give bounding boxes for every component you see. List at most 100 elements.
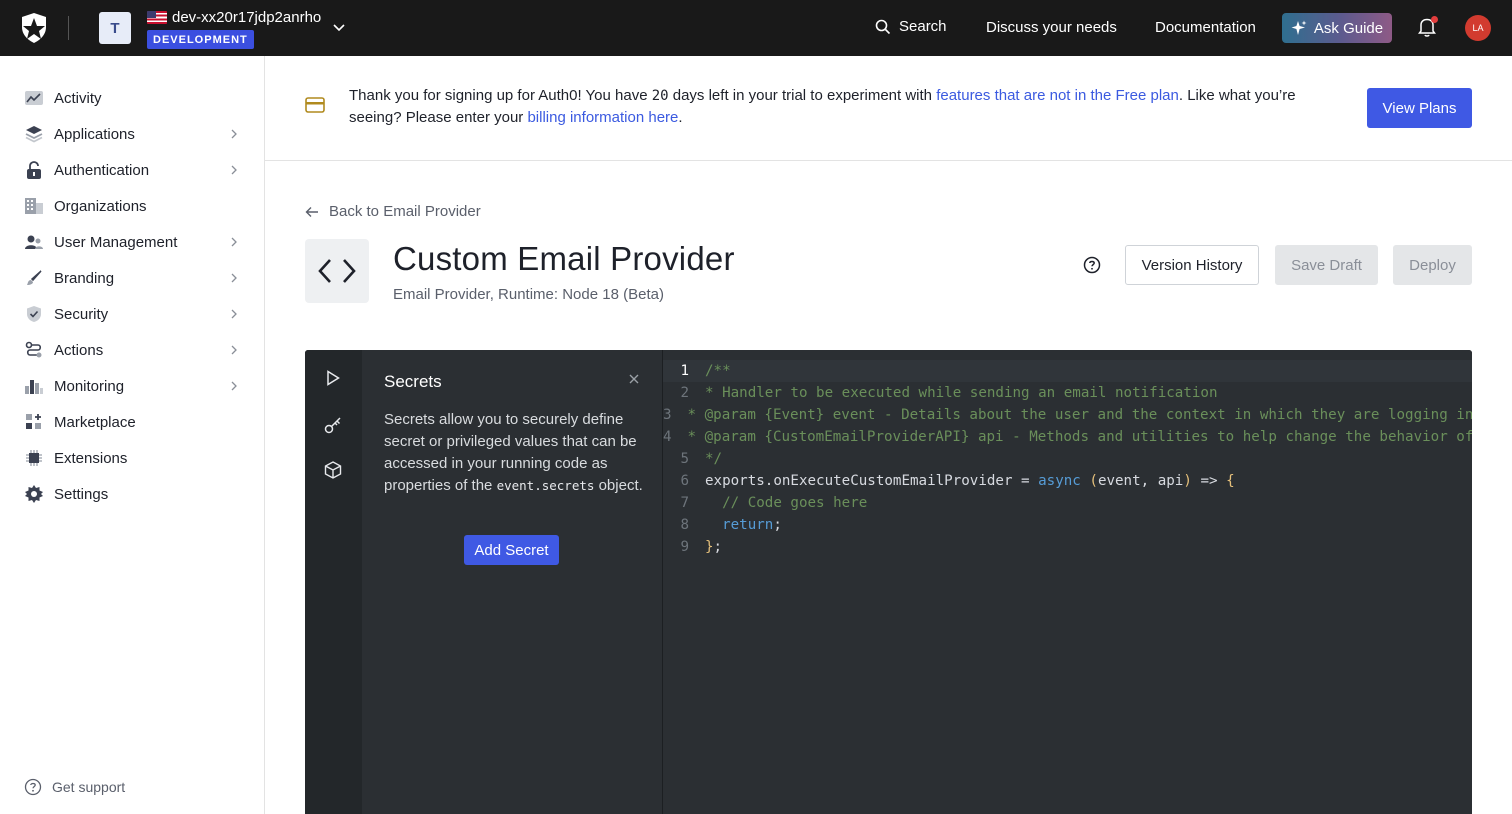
sidebar-item-extensions[interactable]: Extensions	[24, 440, 244, 476]
close-icon[interactable]	[626, 371, 642, 387]
secrets-panel-description: Secrets allow you to securely define sec…	[384, 409, 646, 497]
grid-plus-icon	[24, 412, 44, 432]
sidebar-item-user-management[interactable]: User Management	[24, 224, 244, 260]
banner-text: days left in your trial to experiment wi…	[668, 87, 937, 104]
code-editor-container: Secrets Secrets allow you to securely de…	[305, 350, 1472, 814]
code-token: =>	[1191, 473, 1227, 489]
code-line[interactable]: 5 */	[663, 448, 1472, 470]
view-plans-button[interactable]: View Plans	[1367, 88, 1472, 128]
line-number: 2	[680, 385, 689, 401]
sidebar-item-branding[interactable]: Branding	[24, 260, 244, 296]
search-button[interactable]: Search	[875, 18, 947, 35]
page-subtitle: Email Provider, Runtime: Node 18 (Beta)	[393, 286, 664, 303]
sidebar-item-label: Monitoring	[54, 377, 125, 395]
discuss-needs-link[interactable]: Discuss your needs	[986, 19, 1117, 36]
sidebar-item-label: Settings	[54, 485, 109, 503]
sidebar-item-marketplace[interactable]: Marketplace	[24, 404, 244, 440]
free-plan-features-link[interactable]: features that are not in the Free plan	[936, 87, 1179, 104]
tenant-avatar[interactable]: T	[99, 12, 131, 44]
code-token: ;	[713, 539, 723, 555]
sidebar-item-authentication[interactable]: Authentication	[24, 152, 244, 188]
secrets-tab-button[interactable]	[322, 414, 344, 436]
us-flag-icon	[147, 11, 167, 24]
deploy-button[interactable]: Deploy	[1393, 245, 1472, 285]
help-circle-icon[interactable]	[1082, 255, 1102, 275]
auth0-logo-icon[interactable]	[20, 12, 48, 44]
sidebar-item-actions[interactable]: Actions	[24, 332, 244, 368]
sidebar-item-organizations[interactable]: Organizations	[24, 188, 244, 224]
line-number: 9	[680, 539, 689, 555]
get-support-label: Get support	[52, 779, 126, 795]
sidebar-item-label: Actions	[54, 341, 104, 359]
banner-text: Thank you for signing up for Auth0! You …	[349, 87, 652, 104]
event-secrets-code: event.secrets	[496, 478, 595, 493]
chip-icon	[24, 448, 44, 468]
sidebar-item-label: Organizations	[54, 197, 147, 215]
credit-card-icon	[305, 97, 325, 113]
documentation-link[interactable]: Documentation	[1155, 19, 1256, 36]
gear-icon	[24, 484, 44, 504]
dependencies-tab-button[interactable]	[322, 459, 344, 481]
sidebar-item-applications[interactable]: Applications	[24, 116, 244, 152]
layers-icon	[24, 124, 44, 144]
chevron-down-icon[interactable]	[331, 19, 347, 35]
sidebar-item-label: Branding	[54, 269, 115, 287]
play-icon	[327, 370, 340, 386]
line-number: 8	[680, 517, 689, 533]
line-number: 7	[680, 495, 689, 511]
environment-badge: DEVELOPMENT	[147, 30, 254, 49]
brush-icon	[24, 268, 44, 288]
code-token: }	[705, 539, 714, 555]
code-line[interactable]: 7 // Code goes here	[663, 492, 1472, 514]
code-line[interactable]: 1 /**	[663, 360, 1472, 382]
code-token: // Code goes here	[705, 495, 868, 511]
page-title: Custom Email Provider	[393, 240, 735, 277]
sidebar-item-monitoring[interactable]: Monitoring	[24, 368, 244, 404]
code-line[interactable]: 2 * Handler to be executed while sending …	[663, 382, 1472, 404]
chevron-right-icon	[231, 345, 237, 355]
get-support-link[interactable]: Get support	[24, 778, 125, 796]
sidebar-item-activity[interactable]: Activity	[24, 80, 244, 116]
code-token: {	[1226, 473, 1235, 489]
code-line[interactable]: 3 * @param {Event} event - Details about …	[663, 404, 1472, 426]
add-secret-button[interactable]: Add Secret	[464, 535, 559, 565]
save-draft-button[interactable]: Save Draft	[1275, 245, 1378, 285]
back-to-email-provider-link[interactable]: Back to Email Provider	[305, 203, 481, 220]
code-token: * @param {CustomEmailProviderAPI} api - …	[687, 429, 1472, 445]
code-token: )	[1183, 473, 1192, 489]
tenant-selector[interactable]: dev-xx20r17jdp2anrho	[147, 9, 321, 26]
line-number: 6	[680, 473, 689, 489]
run-test-button[interactable]	[322, 367, 344, 389]
chevron-right-icon	[231, 381, 237, 391]
ask-guide-button[interactable]: Ask Guide	[1282, 13, 1392, 43]
code-line[interactable]: 6 exports.onExecuteCustomEmailProvider = …	[663, 470, 1472, 492]
search-icon	[875, 19, 891, 34]
code-token: * Handler to be executed while sending a…	[705, 385, 1218, 401]
user-avatar[interactable]: LA	[1465, 15, 1491, 41]
tenant-name: dev-xx20r17jdp2anrho	[172, 9, 322, 26]
code-editor[interactable]: 1 /** 2 * Handler to be executed while send…	[663, 350, 1472, 814]
chevron-right-icon	[231, 273, 237, 283]
code-token: */	[705, 451, 723, 467]
shield-icon	[24, 304, 44, 324]
sidebar-item-security[interactable]: Security	[24, 296, 244, 332]
divider	[68, 16, 69, 40]
secrets-panel: Secrets Secrets allow you to securely de…	[362, 350, 663, 814]
chevron-right-icon	[231, 165, 237, 175]
code-line[interactable]: 8 return;	[663, 514, 1472, 536]
code-token: return	[722, 517, 774, 533]
package-cube-icon	[324, 461, 342, 479]
notification-dot	[1431, 16, 1438, 23]
sidebar-item-settings[interactable]: Settings	[24, 476, 244, 512]
version-history-button[interactable]: Version History	[1125, 245, 1259, 285]
users-icon	[24, 232, 44, 252]
code-line[interactable]: 4 * @param {CustomEmailProviderAPI} api -…	[663, 426, 1472, 448]
arrow-left-icon	[305, 206, 318, 217]
secrets-description-text: object.	[594, 477, 643, 494]
trial-banner: Thank you for signing up for Auth0! You …	[265, 56, 1512, 161]
billing-information-link[interactable]: billing information here	[527, 109, 678, 126]
code-token: (	[1089, 473, 1098, 489]
code-line[interactable]: 9};	[663, 536, 1472, 558]
